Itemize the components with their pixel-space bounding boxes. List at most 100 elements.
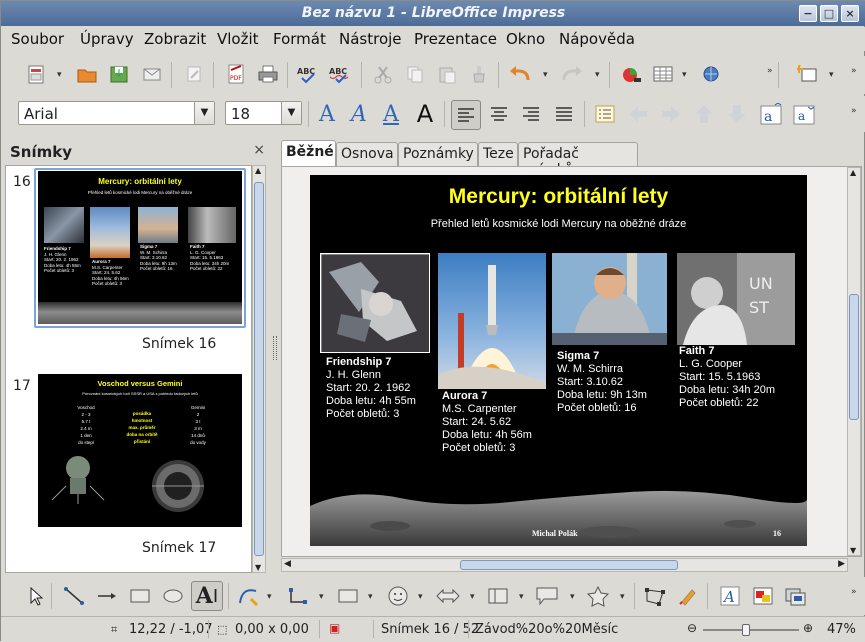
redo-icon[interactable] bbox=[559, 61, 585, 87]
tab-bezne[interactable]: Běžné bbox=[281, 140, 336, 167]
scrollbar-thumb[interactable] bbox=[460, 560, 678, 570]
extrusion-icon[interactable] bbox=[783, 583, 809, 609]
tab-poznamky[interactable]: Poznámky bbox=[398, 142, 478, 166]
chevron-down-icon[interactable]: ▾ bbox=[470, 592, 475, 602]
toolbar-overflow-icon[interactable]: » bbox=[851, 587, 857, 597]
save-icon[interactable] bbox=[106, 61, 132, 87]
arrow-line-icon[interactable] bbox=[94, 583, 120, 609]
chevron-down-icon[interactable]: ▾ bbox=[368, 592, 373, 602]
chevron-down-icon[interactable]: ▾ bbox=[418, 592, 423, 602]
justify-icon[interactable] bbox=[551, 101, 577, 127]
select-arrow-icon[interactable] bbox=[23, 583, 49, 609]
underline-icon[interactable]: A bbox=[378, 101, 404, 127]
block-arrows-icon[interactable] bbox=[435, 583, 461, 609]
move-up-icon[interactable] bbox=[691, 101, 717, 127]
tab-poradac-snimku[interactable]: Pořadač snímků bbox=[518, 142, 638, 178]
edit-points-icon[interactable] bbox=[642, 583, 668, 609]
friendship7-photo[interactable] bbox=[320, 253, 430, 353]
flight-caption-friendship7[interactable]: Friendship 7 J. H. Glenn Start: 20. 2. 1… bbox=[326, 356, 416, 421]
menu-prezentace[interactable]: Prezentace bbox=[414, 30, 497, 48]
chevron-down-icon[interactable]: ▼ bbox=[281, 102, 301, 124]
spellcheck-icon[interactable]: ABC bbox=[295, 61, 321, 87]
close-panel-icon[interactable]: × bbox=[253, 142, 265, 158]
chevron-down-icon[interactable]: ▾ bbox=[57, 70, 62, 80]
clone-formatting-icon[interactable] bbox=[466, 61, 492, 87]
toolbar-overflow-icon[interactable]: » bbox=[851, 106, 857, 116]
chevron-down-icon[interactable]: ▾ bbox=[620, 592, 625, 602]
menu-okno[interactable]: Okno bbox=[506, 30, 545, 48]
aurora7-photo[interactable] bbox=[438, 253, 546, 389]
font-size-combo[interactable]: 18 ▼ bbox=[225, 101, 302, 125]
chevron-down-icon[interactable]: ▾ bbox=[682, 70, 687, 80]
maximize-button[interactable]: □ bbox=[820, 5, 838, 22]
chevron-down-icon[interactable]: ▾ bbox=[595, 70, 600, 80]
chevron-down-icon[interactable]: ▼ bbox=[194, 102, 214, 124]
scroll-up-icon[interactable]: ▲ bbox=[850, 168, 856, 177]
chevron-down-icon[interactable]: ▾ bbox=[829, 70, 834, 80]
document-modified-icon[interactable]: ▣ bbox=[329, 621, 340, 635]
edit-file-icon[interactable] bbox=[181, 61, 207, 87]
export-pdf-icon[interactable]: PDF bbox=[223, 61, 249, 87]
open-folder-icon[interactable] bbox=[74, 61, 100, 87]
increase-font-icon[interactable]: a bbox=[758, 101, 784, 127]
navigator-icon[interactable] bbox=[698, 61, 724, 87]
faith7-photo[interactable]: UN ST bbox=[677, 253, 795, 345]
slides-panel-scrollbar[interactable]: ▲ ▼ bbox=[252, 165, 266, 573]
tab-teze[interactable]: Teze bbox=[478, 142, 518, 166]
scroll-left-icon[interactable]: ◀ bbox=[284, 559, 291, 569]
move-down-icon[interactable] bbox=[724, 101, 750, 127]
line-tool-icon[interactable] bbox=[61, 583, 87, 609]
autospellcheck-icon[interactable]: ABC bbox=[327, 61, 353, 87]
scrollbar-thumb[interactable] bbox=[849, 294, 859, 420]
new-document-icon[interactable] bbox=[23, 61, 49, 87]
insert-image-icon[interactable] bbox=[750, 583, 776, 609]
align-left-icon[interactable] bbox=[451, 100, 481, 130]
slide-thumbnail-17[interactable]: Voschod versus Gemini Porovnání kosmický… bbox=[38, 374, 242, 527]
panel-splitter[interactable] bbox=[273, 336, 277, 360]
bullets-icon[interactable] bbox=[592, 101, 618, 127]
connector-tool-icon[interactable] bbox=[285, 583, 311, 609]
toolbar-overflow-icon[interactable]: » bbox=[851, 66, 857, 76]
chevron-down-icon[interactable]: ▾ bbox=[319, 592, 324, 602]
table-icon[interactable] bbox=[650, 61, 676, 87]
text-shadow-icon[interactable]: A bbox=[314, 101, 340, 127]
slide-canvas[interactable]: Mercury: orbitální lety Přehled letů kos… bbox=[310, 175, 807, 546]
chevron-down-icon[interactable]: ▾ bbox=[519, 592, 524, 602]
curve-tool-icon[interactable] bbox=[235, 583, 261, 609]
italic-icon[interactable]: A bbox=[346, 101, 372, 127]
email-icon[interactable] bbox=[139, 61, 165, 87]
align-right-icon[interactable] bbox=[518, 101, 544, 127]
toolbar-overflow-icon[interactable]: » bbox=[767, 66, 773, 76]
cut-icon[interactable] bbox=[370, 61, 396, 87]
chevron-down-icon[interactable]: ▾ bbox=[570, 592, 575, 602]
menu-upravy[interactable]: Úpravy bbox=[80, 30, 134, 48]
flight-caption-sigma7[interactable]: Sigma 7 W. M. Schirra Start: 3.10.62 Dob… bbox=[557, 350, 647, 415]
slide-title[interactable]: Mercury: orbitální lety bbox=[310, 185, 807, 209]
menu-format[interactable]: Formát bbox=[273, 30, 326, 48]
callouts-icon[interactable] bbox=[534, 583, 560, 609]
menu-zobrazit[interactable]: Zobrazit bbox=[144, 30, 206, 48]
flight-caption-aurora7[interactable]: Aurora 7 M.S. Carpenter Start: 24. 5.62 … bbox=[442, 390, 532, 455]
tab-osnova[interactable]: Osnova bbox=[336, 142, 398, 166]
stars-icon[interactable] bbox=[585, 583, 611, 609]
slide-subtitle[interactable]: Přehled letů kosmické lodi Mercury na ob… bbox=[310, 218, 807, 230]
ellipse-tool-icon[interactable] bbox=[160, 583, 186, 609]
edit-area-vscrollbar[interactable]: ▲ ▼ bbox=[847, 167, 861, 556]
minimize-button[interactable]: − bbox=[799, 5, 817, 22]
new-slide-icon[interactable] bbox=[795, 61, 821, 87]
slide-edit-area[interactable]: Mercury: orbitální lety Přehled letů kos… bbox=[281, 166, 862, 557]
demote-icon[interactable] bbox=[658, 101, 684, 127]
chart-icon[interactable] bbox=[618, 61, 644, 87]
scroll-down-icon[interactable]: ▼ bbox=[255, 563, 261, 572]
scroll-right-icon[interactable]: ▶ bbox=[838, 559, 845, 569]
edit-area-hscrollbar[interactable]: ◀ ▶ bbox=[281, 558, 848, 572]
copy-icon[interactable] bbox=[402, 61, 428, 87]
scrollbar-thumb[interactable] bbox=[254, 182, 264, 556]
menu-napoveda[interactable]: Nápověda bbox=[559, 30, 635, 48]
zoom-in-icon[interactable]: ⊕ bbox=[803, 621, 813, 635]
flowchart-icon[interactable] bbox=[485, 583, 511, 609]
scroll-down-icon[interactable]: ▼ bbox=[850, 546, 856, 555]
print-icon[interactable] bbox=[255, 61, 281, 87]
glue-points-icon[interactable] bbox=[675, 583, 701, 609]
paste-icon[interactable] bbox=[434, 61, 460, 87]
